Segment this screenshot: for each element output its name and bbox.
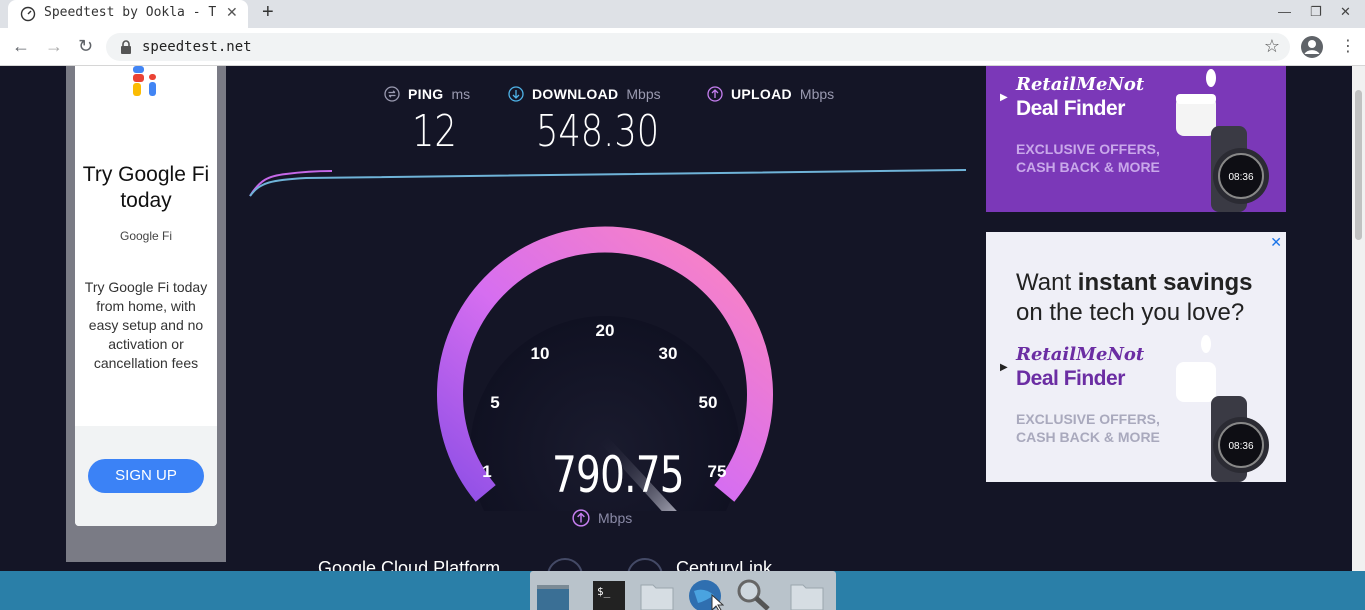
url-text: speedtest.net xyxy=(142,39,252,55)
tab-close-icon[interactable]: ✕ xyxy=(226,4,238,21)
ad-sub-line1: EXCLUSIVE OFFERS, xyxy=(1016,141,1160,157)
ping-value: 12 xyxy=(412,106,457,157)
tab-strip: Speedtest by Ookla - T ✕ + — ❐ ✕ xyxy=(0,0,1365,28)
ad-headline: Want instant savings on the tech you love… xyxy=(1016,268,1253,328)
speedtest-page: Try Google Fi today Google Fi Try Google… xyxy=(0,66,1352,571)
ad-body: Try Google Fi today from home, with easy… xyxy=(84,279,208,371)
search-magnifier-icon[interactable] xyxy=(734,577,772,610)
gauge-tick-30: 30 xyxy=(659,344,678,363)
speed-unit: Mbps xyxy=(572,509,632,527)
retailmenot-ad-top[interactable]: ▶ RetailMeNot Deal Finder EXCLUSIVE OFFE… xyxy=(986,66,1286,212)
retailmenot-ad-bottom[interactable]: ✕ Want instant savings on the tech you lo… xyxy=(986,232,1286,482)
home-folder-icon[interactable] xyxy=(638,577,676,610)
page-scrollbar[interactable] xyxy=(1352,66,1365,571)
upload-unit: Mbps xyxy=(799,86,835,102)
earbuds-watch-image: 08:36 xyxy=(1176,335,1269,482)
ping-label: PING xyxy=(408,86,444,102)
forward-button[interactable]: → xyxy=(45,36,63,57)
svg-text:$_: $_ xyxy=(597,585,611,598)
bookmark-star-icon[interactable]: ☆ xyxy=(1264,36,1280,57)
headline-bold: instant savings xyxy=(1077,269,1253,296)
watch-time-text: 08:36 xyxy=(1228,441,1253,452)
restore-button[interactable]: ❐ xyxy=(1310,4,1322,20)
throughput-graph xyxy=(249,169,967,197)
ad-product-name: Deal Finder xyxy=(1016,97,1125,120)
app-dock: $_ xyxy=(530,571,836,610)
ad-heading: Try Google Fi today xyxy=(82,163,210,212)
ad-product-name: Deal Finder xyxy=(1016,367,1125,390)
download-label: DOWNLOAD xyxy=(532,86,619,102)
google-fi-logo-icon xyxy=(133,66,156,96)
desktop-icon[interactable] xyxy=(534,577,572,610)
upload-icon xyxy=(707,86,723,102)
upload-graph-line xyxy=(249,170,333,197)
upload-label: UPLOAD xyxy=(731,86,792,102)
ad-sub-line2: CASH BACK & MORE xyxy=(1016,159,1160,175)
upload-metric: UPLOAD Mbps xyxy=(707,86,834,102)
folder-icon[interactable] xyxy=(788,577,826,610)
lock-icon xyxy=(121,40,131,54)
address-bar[interactable]: speedtest.net ☆ xyxy=(106,33,1290,61)
upload-icon xyxy=(572,509,590,527)
sign-up-button[interactable]: SIGN UP xyxy=(88,459,204,493)
terminal-icon[interactable]: $_ xyxy=(590,577,628,610)
watch-time-text: 08:36 xyxy=(1228,172,1253,183)
ad-close-icon[interactable]: ✕ xyxy=(1270,234,1282,251)
gauge-tick-50: 50 xyxy=(699,393,718,412)
ping-icon xyxy=(384,86,400,102)
headline-post: on the tech you love? xyxy=(1016,299,1245,326)
gauge-tick-10: 10 xyxy=(531,344,550,363)
profile-avatar-icon[interactable] xyxy=(1300,35,1324,59)
speed-unit-label: Mbps xyxy=(598,510,633,526)
browser-menu-icon[interactable]: ⋮ xyxy=(1340,36,1356,56)
headline-pre: Want xyxy=(1016,269,1078,296)
isp-name: CenturyLink xyxy=(676,558,773,571)
download-graph-line xyxy=(249,169,967,197)
download-icon xyxy=(508,86,524,102)
isp-icon xyxy=(627,558,663,571)
earbuds-watch-image: 08:36 xyxy=(1176,69,1269,212)
tab-title: Speedtest by Ookla - T xyxy=(44,5,217,20)
speedometer-icon xyxy=(20,6,36,22)
download-value: 548.30 xyxy=(536,106,660,157)
ad-brand: Google Fi xyxy=(119,229,173,243)
play-arrow-icon: ▶ xyxy=(1000,92,1008,103)
ad-sub-line2: CASH BACK & MORE xyxy=(1016,429,1160,445)
tab-speedtest[interactable]: Speedtest by Ookla - T ✕ xyxy=(8,0,248,28)
gauge-tick-1: 1 xyxy=(482,462,491,481)
download-unit: Mbps xyxy=(626,86,661,102)
current-speed-value: 790.75 xyxy=(552,446,685,504)
minimize-button[interactable]: — xyxy=(1278,4,1291,19)
gauge-tick-5: 5 xyxy=(490,393,499,412)
server-host-name[interactable]: Google Cloud Platform xyxy=(318,558,500,571)
ping-metric: PING ms 12 xyxy=(384,86,471,157)
gauge-tick-20: 20 xyxy=(596,321,615,340)
server-icon xyxy=(547,558,583,571)
ad-sub-line1: EXCLUSIVE OFFERS, xyxy=(1016,411,1160,427)
ping-unit: ms xyxy=(451,86,471,102)
reload-button[interactable]: ↻ xyxy=(78,36,93,57)
os-taskbar: $_ xyxy=(0,571,1365,610)
ad-brand-logo: RetailMeNot xyxy=(1016,344,1145,365)
download-metric: DOWNLOAD Mbps 548.30 xyxy=(508,86,661,157)
browser-toolbar: ← → ↻ speedtest.net ☆ ⋮ xyxy=(0,28,1365,66)
ad-brand-logo: RetailMeNot xyxy=(1016,74,1145,95)
google-fi-ad[interactable]: Try Google Fi today Google Fi Try Google… xyxy=(75,66,217,526)
play-arrow-icon: ▶ xyxy=(1000,362,1008,373)
close-window-button[interactable]: ✕ xyxy=(1340,4,1351,20)
gauge-tick-75: 75 xyxy=(708,462,727,481)
back-button[interactable]: ← xyxy=(12,36,30,57)
scrollbar-thumb[interactable] xyxy=(1355,90,1362,240)
web-browser-globe-icon[interactable] xyxy=(686,577,724,610)
new-tab-button[interactable]: + xyxy=(262,1,274,24)
